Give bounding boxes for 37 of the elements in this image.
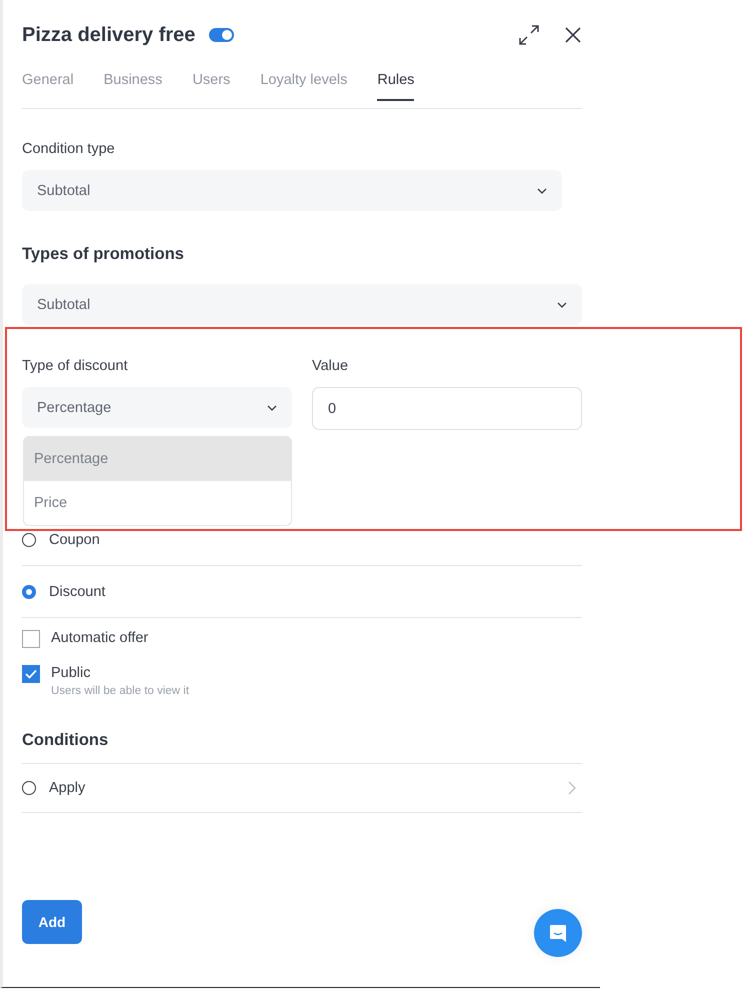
radio-label: Coupon xyxy=(49,532,100,548)
close-icon[interactable] xyxy=(564,26,582,44)
tab[interactable]: Business xyxy=(104,72,162,99)
toggle-switch[interactable] xyxy=(209,28,234,42)
radio-label: Discount xyxy=(49,584,106,600)
add-button[interactable]: Add xyxy=(22,900,82,944)
condition-label: Apply xyxy=(49,780,86,796)
tab[interactable]: General xyxy=(22,72,74,99)
tab[interactable]: Rules xyxy=(377,72,414,101)
radio-button[interactable] xyxy=(22,584,36,598)
chevron-down-icon xyxy=(537,188,547,194)
checkbox-label: Automatic offer xyxy=(51,630,148,646)
tab[interactable]: Loyalty levels xyxy=(260,72,348,99)
tab[interactable]: Users xyxy=(192,72,230,99)
chevron-down-icon xyxy=(267,404,277,410)
section-heading: Types of promotions xyxy=(22,245,185,264)
checkbox-label: Public xyxy=(51,665,92,681)
panel-title: Pizza delivery free xyxy=(22,24,196,46)
dropdown-option[interactable]: Percentage xyxy=(24,437,291,481)
promotion-type-select[interactable]: Subtotal xyxy=(22,284,582,325)
chevron-down-icon xyxy=(557,302,567,308)
value-input[interactable]: 0 xyxy=(312,387,582,430)
section-heading: Conditions xyxy=(22,731,110,750)
hint-text: Users will be able to view it xyxy=(51,685,190,697)
condition-type-select[interactable]: Subtotal xyxy=(22,170,562,211)
checkbox[interactable] xyxy=(22,630,40,648)
field-label: Type of discount xyxy=(22,358,129,374)
dropdown-option[interactable]: Price xyxy=(24,481,291,525)
chat-icon xyxy=(547,922,569,944)
radio-button[interactable] xyxy=(22,781,36,795)
chat-button[interactable] xyxy=(534,909,582,957)
expand-icon[interactable] xyxy=(518,24,540,46)
field-label: Condition type xyxy=(22,141,116,157)
checkbox[interactable] xyxy=(22,665,40,683)
radio-button[interactable] xyxy=(22,532,36,546)
field-label: Value xyxy=(312,358,350,374)
discount-type-select[interactable]: Percentage xyxy=(22,387,292,428)
